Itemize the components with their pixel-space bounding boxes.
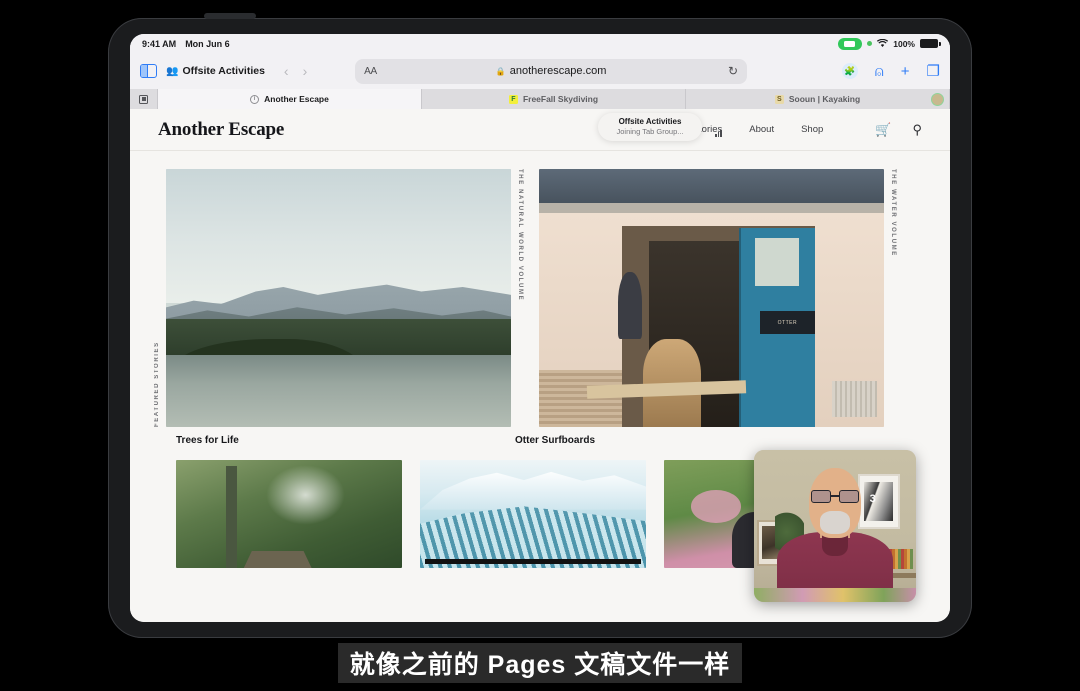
tab-sooun-kayaking[interactable]: S Sooun | Kayaking [686,89,950,109]
nav-link-about[interactable]: About [749,124,774,135]
subtitle-text: 就像之前的 Pages 文稿文件一样 [337,643,743,683]
featured-captions: Trees for Life Otter Surfboards [130,427,950,446]
foreground-flowers [754,588,916,602]
tab-freefall-skydiving[interactable]: F FreeFall Skydiving [422,89,686,109]
wall-art-frame: 3 [857,474,900,530]
battery-percent: 100% [893,38,915,49]
shopping-cart-icon[interactable]: 🛒 [875,122,891,138]
green-privacy-dot [867,41,873,46]
participant-avatar [931,92,944,106]
otter-surfboards-workshop-photo[interactable]: OTTER [539,169,884,427]
site-navigation: Another Escape Featured Stories About Sh… [130,109,950,151]
battery-full-icon [920,39,941,48]
toast-title: Offsite Activities [618,117,682,127]
search-icon[interactable]: ⚲ [912,122,922,138]
status-bar: 9:41 AM Mon Jun 6 100% [130,34,950,53]
caption-otter-surfboards[interactable]: Otter Surfboards [515,435,860,446]
status-date: Mon Jun 6 [185,38,230,49]
lock-icon: 🔒 [495,66,506,76]
chevron-right-icon[interactable]: › [303,63,308,79]
tabs-overview-icon[interactable]: ❐ [927,64,940,79]
featured-story-trees: FEATURED STORIES THE NATURAL WORLD VOLUM… [154,169,523,427]
status-time: 9:41 AM [142,38,177,49]
sooun-s-favicon: S [774,94,784,104]
site-brand[interactable]: Another Escape [158,119,284,141]
person-beard [820,510,850,534]
chevron-left-icon[interactable]: ‹ [284,63,289,79]
signal-bars-icon [715,129,722,137]
camera-active-icon [838,37,863,50]
start-page-tab[interactable] [130,89,158,109]
tab-title: FreeFall Skydiving [522,94,599,104]
freefall-f-favicon: F [508,94,518,104]
extension-puzzle-icon[interactable]: 🧩 [841,63,858,79]
text-size-button[interactable]: AA [364,66,377,77]
water-volume-vertical-label: THE WATER VOLUME [890,169,896,257]
mountains-and-lake-photo[interactable] [166,169,511,427]
natural-world-volume-vertical-label: THE NATURAL WORLD VOLUME [517,169,523,302]
caption-trees-for-life[interactable]: Trees for Life [154,435,499,446]
tab-group-name-label: Offsite Activities [182,65,265,77]
shared-tab-group-people-icon: 👥 [166,65,178,77]
url-text: anotherescape.com [509,65,607,77]
share-icon[interactable]: ⍝ [875,64,884,79]
tab-another-escape[interactable]: i Another Escape [158,89,422,109]
featured-stories-grid: FEATURED STORIES THE NATURAL WORLD VOLUM… [130,151,950,427]
featured-stories-vertical-label: FEATURED STORIES [154,341,160,427]
toast-subtitle: Joining Tab Group... [616,127,684,137]
wifi-icon [877,39,889,47]
reload-icon[interactable]: ↻ [728,64,738,78]
frame-number: 3 [869,492,876,505]
facetime-video-tile[interactable]: 3 [754,450,916,602]
sidebar-toggle-icon[interactable] [140,64,157,78]
mossy-forest-cabin-photo[interactable] [176,460,402,568]
tab-title: Another Escape [264,94,329,104]
tab-title: Sooun | Kayaking [788,94,861,104]
nav-link-shop[interactable]: Shop [801,124,823,135]
screenshot-stage: 9:41 AM Mon Jun 6 100% 👥 Offsite Activit… [0,0,1080,691]
ski-slope-illustration[interactable] [420,460,646,568]
eyeglasses [810,489,860,504]
plus-icon[interactable]: + [901,64,910,79]
tab-group-title[interactable]: 👥 Offsite Activities [166,65,265,77]
address-bar[interactable]: AA 🔒 anotherescape.com ↻ [355,58,748,84]
featured-story-otter: OTTER THE WATER VOLUME [539,169,896,427]
tab-bar: i Another Escape F FreeFall Skydiving S … [130,89,950,109]
circle-info-favicon: i [250,94,260,104]
start-page-icon [139,94,148,104]
subtitle-bar: 就像之前的 Pages 文稿文件一样 [0,643,1080,683]
safari-toolbar: 👥 Offsite Activities ‹ › AA 🔒 anotheresc… [130,53,950,89]
tab-group-joining-toast: Offsite Activities Joining Tab Group... [598,113,702,141]
